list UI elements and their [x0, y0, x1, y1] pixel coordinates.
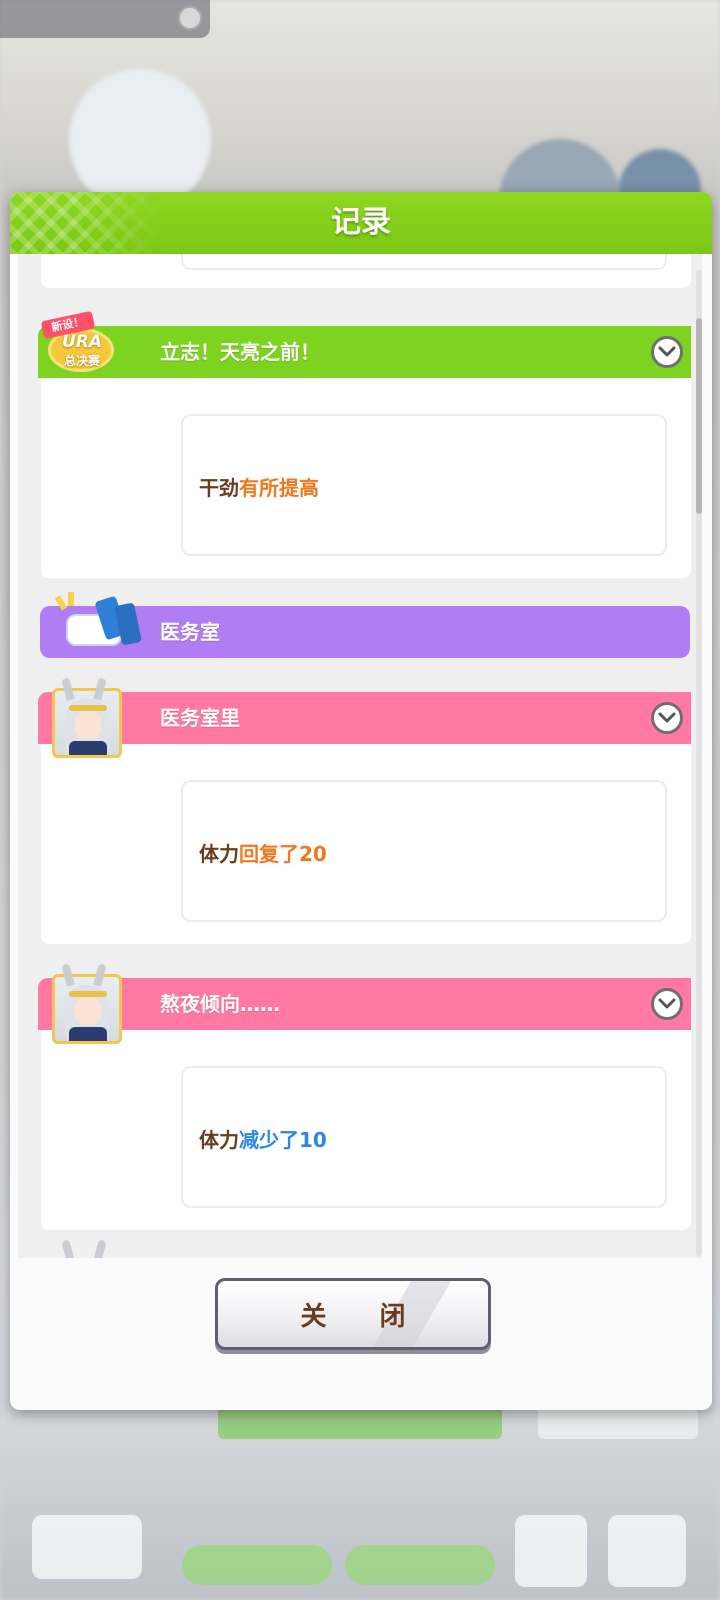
effect-line: 体力减少了10	[199, 1124, 327, 1153]
avatar-face	[75, 711, 101, 739]
close-button[interactable]: 关 闭	[215, 1278, 491, 1350]
dialog-title: 记录	[331, 205, 391, 240]
event-title: 医务室里	[160, 706, 240, 730]
log-dialog: 记录 干劲有所提高 立志！天亮之前！ 新设！ URA 总决赛 医务室 体力回复了…	[10, 192, 712, 1410]
event-header-bar: 熬夜倾向……	[38, 978, 691, 1030]
badge-text: URA	[61, 332, 103, 352]
background-menu-button	[608, 1515, 686, 1587]
chevron-down-icon[interactable]	[651, 988, 683, 1020]
effect-change: 有所提高	[239, 476, 319, 500]
effect-change: 回复了20	[239, 842, 327, 866]
background-pill-button	[345, 1545, 495, 1585]
effect-label: 干劲	[199, 476, 239, 500]
previous-entry-card	[41, 254, 691, 288]
character-avatar	[52, 974, 122, 1044]
avatar-face	[75, 997, 101, 1025]
effect-change: 减少了10	[239, 1128, 327, 1152]
background-character-button	[515, 1515, 587, 1587]
effect-line: 干劲有所提高	[199, 472, 319, 501]
log-list[interactable]: 干劲有所提高 立志！天亮之前！ 新设！ URA 总决赛 医务室 体力回复了20 …	[18, 254, 702, 1410]
badge-subtext: 总决赛	[63, 354, 100, 368]
background-status-bar	[0, 0, 210, 38]
chevron-down-icon[interactable]	[651, 336, 683, 368]
close-button-label: 关 闭	[300, 1301, 428, 1332]
event-header-bar: 医务室里	[38, 692, 691, 744]
background-status-dot	[178, 6, 202, 30]
event-header-bar: 立志！天亮之前！	[38, 326, 691, 378]
avatar-collar	[69, 741, 107, 755]
background-pill-button	[182, 1545, 332, 1585]
ura-finals-badge-icon: 新设！ URA 总决赛	[40, 306, 126, 378]
character-avatar	[52, 688, 122, 758]
section-title: 医务室	[160, 620, 220, 644]
avatar-headband	[69, 705, 107, 711]
event-title: 熬夜倾向……	[160, 992, 280, 1016]
sparkle-mark	[68, 592, 74, 606]
effect-box: 体力减少了10	[181, 1066, 667, 1208]
effect-label: 体力	[199, 1128, 239, 1152]
avatar-headband	[69, 991, 107, 997]
infirmary-icon	[54, 592, 146, 652]
chevron-down-icon[interactable]	[651, 702, 683, 734]
effect-label: 体力	[199, 842, 239, 866]
scrollbar[interactable]	[696, 270, 702, 1256]
avatar-collar	[69, 1027, 107, 1041]
sparkle-mark	[54, 595, 68, 611]
dialog-header: 记录	[10, 192, 712, 254]
background-back-button	[32, 1515, 142, 1579]
effect-box: 体力回复了20	[181, 780, 667, 922]
previous-effect-box	[181, 254, 667, 270]
effect-line: 体力回复了20	[199, 838, 327, 867]
effect-box: 干劲有所提高	[181, 414, 667, 556]
event-title: 立志！天亮之前！	[160, 340, 320, 364]
scrollbar-thumb[interactable]	[696, 318, 702, 514]
